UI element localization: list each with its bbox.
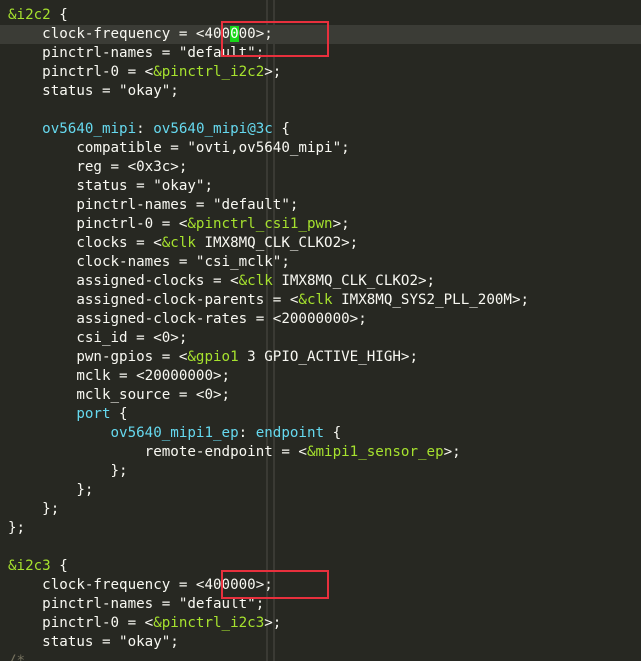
code-token: };	[8, 463, 128, 479]
code-token: &pinctrl_i2c3	[153, 615, 265, 631]
code-token: IMX8MQ_CLK_CLKO2>;	[195, 235, 359, 251]
code-line[interactable]: };	[8, 500, 59, 519]
code-line[interactable]: pinctrl-0 = <&pinctrl_csi1_pwn>;	[8, 215, 350, 234]
code-token: >;	[264, 615, 282, 631]
code-line[interactable]: };	[8, 462, 128, 481]
code-token: &i2c3	[8, 558, 51, 574]
code-line[interactable]: status = "okay";	[8, 177, 213, 196]
code-line[interactable]: assigned-clock-parents = <&clk IMX8MQ_SY…	[8, 291, 529, 310]
indent-guide	[266, 0, 268, 661]
code-line[interactable]: mclk = <20000000>;	[8, 367, 230, 386]
code-token: pwn-gpios = <	[8, 349, 188, 365]
code-token: &pinctrl_i2c2	[153, 64, 265, 80]
code-token: status = "okay";	[8, 634, 179, 650]
code-line[interactable]: pwn-gpios = <&gpio1 3 GPIO_ACTIVE_HIGH>;	[8, 348, 418, 367]
code-token: pinctrl-0 = <	[8, 216, 188, 232]
code-line[interactable]: pinctrl-names = "default";	[8, 196, 298, 215]
code-line[interactable]: pinctrl-0 = <&pinctrl_i2c2>;	[8, 63, 281, 82]
code-token: clock-names = "csi_mclk";	[8, 254, 290, 270]
code-line[interactable]: compatible = "ovti,ov5640_mipi";	[8, 139, 350, 158]
code-line[interactable]: &i2c2 {	[8, 6, 68, 25]
code-line[interactable]: remote-endpoint = <&mipi1_sensor_ep>;	[8, 443, 461, 462]
code-token: ov5640_mipi	[42, 121, 137, 137]
code-token: };	[8, 501, 60, 517]
code-line[interactable]: csi_id = <0>;	[8, 329, 187, 348]
code-token: assigned-clock-parents = <	[8, 292, 299, 308]
code-token: status = "okay";	[8, 178, 213, 194]
code-line[interactable]: &i2c3 {	[8, 557, 68, 576]
code-line[interactable]: ov5640_mipi: ov5640_mipi@3c {	[8, 120, 290, 139]
code-token: assigned-clocks = <	[8, 273, 239, 289]
code-token: pinctrl-names = "default";	[8, 197, 299, 213]
code-token: pinctrl-0 = <	[8, 64, 154, 80]
code-token: >;	[264, 64, 282, 80]
code-token: 3 GPIO_ACTIVE_HIGH>;	[238, 349, 418, 365]
code-token: };	[8, 520, 26, 536]
code-token: port	[76, 406, 111, 422]
code-line[interactable]: reg = <0x3c>;	[8, 158, 187, 177]
code-token: mclk_source = <0>;	[8, 387, 231, 403]
code-token: &i2c2	[8, 7, 51, 23]
code-token: clock-frequency = <400	[8, 26, 231, 42]
code-token: assigned-clock-rates = <20000000>;	[8, 311, 367, 327]
code-token: &pinctrl_csi1_pwn	[187, 216, 333, 232]
code-line[interactable]: port {	[8, 405, 128, 424]
code-token: ov5640_mipi@3c	[153, 121, 273, 137]
code-token: &clk	[238, 273, 273, 289]
indent-guide	[273, 0, 275, 661]
highlight-box-i2c2-clock-frequency	[221, 21, 329, 57]
code-token: :	[136, 121, 154, 137]
code-token: {	[50, 7, 68, 23]
code-line[interactable]: clock-names = "csi_mclk";	[8, 253, 290, 272]
code-token: /*	[8, 653, 26, 661]
code-token: status = "okay";	[8, 83, 179, 99]
code-token: &clk	[298, 292, 333, 308]
code-token: };	[8, 482, 94, 498]
code-token: pinctrl-0 = <	[8, 615, 154, 631]
code-token: {	[110, 406, 128, 422]
code-token: IMX8MQ_CLK_CLKO2>;	[272, 273, 436, 289]
code-line[interactable]: };	[8, 519, 25, 538]
code-token: csi_id = <0>;	[8, 330, 188, 346]
code-token: :	[238, 425, 256, 441]
code-editor[interactable]: &i2c2 { clock-frequency = <400000>; pinc…	[0, 0, 641, 661]
code-token: endpoint	[255, 425, 325, 441]
code-line[interactable]: status = "okay";	[8, 633, 179, 652]
code-line[interactable]: mclk_source = <0>;	[8, 386, 230, 405]
code-line[interactable]: ov5640_mipi1_ep: endpoint {	[8, 424, 342, 443]
code-token: &clk	[161, 235, 196, 251]
code-token: remote-endpoint = <	[8, 444, 307, 460]
code-token: &gpio1	[187, 349, 239, 365]
code-token: clocks = <	[8, 235, 162, 251]
code-line[interactable]: assigned-clocks = <&clk IMX8MQ_CLK_CLKO2…	[8, 272, 435, 291]
code-line[interactable]: status = "okay";	[8, 82, 179, 101]
code-line[interactable]: clocks = <&clk IMX8MQ_CLK_CLKO2>;	[8, 234, 358, 253]
code-line[interactable]: };	[8, 481, 93, 500]
code-token: {	[324, 425, 342, 441]
code-token: mclk = <20000000>;	[8, 368, 231, 384]
code-line[interactable]: pinctrl-0 = <&pinctrl_i2c3>;	[8, 614, 281, 633]
code-line[interactable]: /*	[8, 652, 25, 661]
code-token: >;	[332, 216, 350, 232]
code-token: {	[272, 121, 290, 137]
code-token: {	[50, 558, 68, 574]
code-token: ov5640_mipi1_ep	[110, 425, 239, 441]
code-token: IMX8MQ_SYS2_PLL_200M>;	[332, 292, 530, 308]
code-line[interactable]: assigned-clock-rates = <20000000>;	[8, 310, 367, 329]
code-token: &mipi1_sensor_ep	[306, 444, 444, 460]
highlight-box-i2c3-clock-frequency	[221, 570, 329, 599]
code-token: compatible = "ovti,ov5640_mipi";	[8, 140, 350, 156]
code-token: >;	[443, 444, 461, 460]
code-token: reg = <0x3c>;	[8, 159, 188, 175]
